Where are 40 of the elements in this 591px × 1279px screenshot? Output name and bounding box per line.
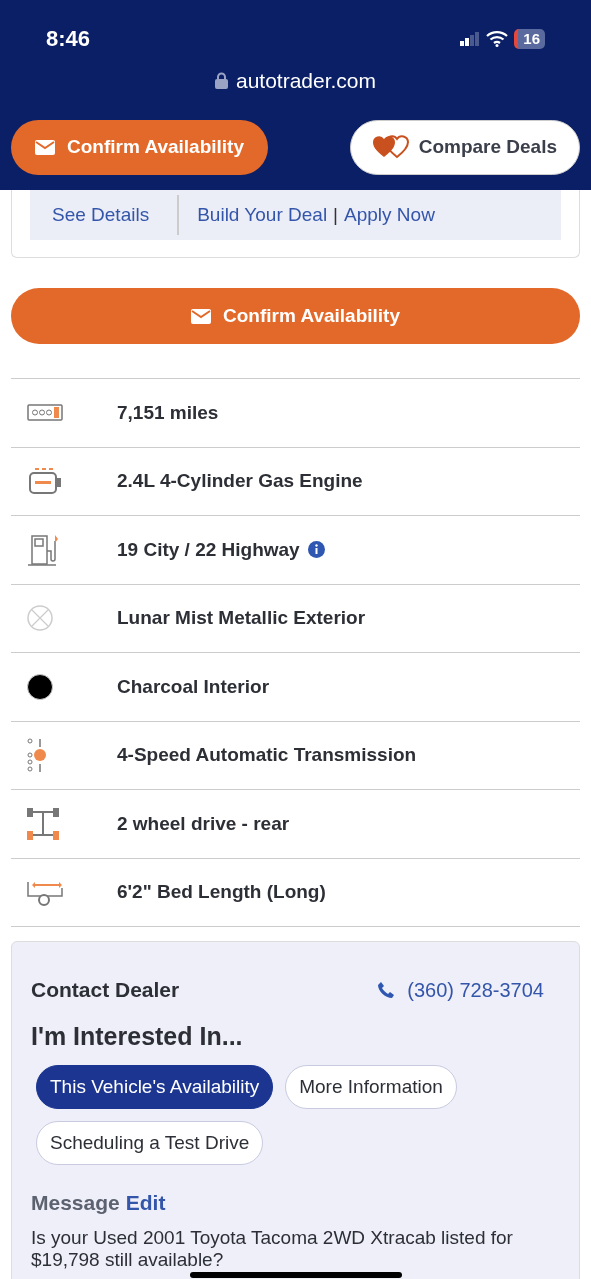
spec-text: 2 wheel drive - rear bbox=[117, 811, 290, 836]
phone-icon bbox=[377, 980, 396, 999]
interest-option[interactable]: Scheduling a Test Drive bbox=[36, 1121, 264, 1165]
fuel-pump-icon bbox=[27, 532, 61, 567]
confirm-availability-button[interactable]: Confirm Availability bbox=[11, 288, 580, 344]
see-details-link[interactable]: See Details bbox=[30, 195, 180, 235]
spec-text: Charcoal Interior bbox=[117, 674, 270, 699]
url-text[interactable]: autotrader.com bbox=[235, 65, 377, 97]
drivetrain-icon bbox=[27, 806, 59, 841]
crossed-circle-icon bbox=[27, 605, 53, 632]
signal-icon bbox=[460, 31, 481, 46]
interest-title: I'm Interested In... bbox=[31, 1020, 244, 1052]
spec-text: 6'2" Bed Length (Long) bbox=[117, 880, 326, 904]
contact-title: Contact Dealer bbox=[31, 977, 180, 1003]
message-label: Message bbox=[31, 1190, 120, 1216]
link-separator: | bbox=[332, 202, 340, 227]
interest-option[interactable]: More Information bbox=[285, 1065, 457, 1109]
confirm-availability-button[interactable]: Confirm Availability bbox=[11, 119, 268, 175]
phone-link[interactable]: (360) 728-3704 bbox=[377, 974, 544, 1005]
spec-text: Lunar Mist Metallic Exterior bbox=[117, 606, 366, 630]
engine-icon bbox=[27, 467, 63, 496]
hearts-icon bbox=[372, 135, 409, 159]
edit-link[interactable]: Edit bbox=[125, 1187, 166, 1219]
mail-icon bbox=[191, 308, 211, 324]
apply-now-link[interactable]: Apply Now bbox=[344, 200, 435, 230]
info-icon[interactable] bbox=[307, 541, 325, 559]
build-deal-link[interactable]: Build Your Deal bbox=[179, 200, 328, 230]
compare-deals-button[interactable]: Compare Deals bbox=[349, 119, 580, 175]
wifi-icon bbox=[486, 30, 509, 47]
lock-icon bbox=[214, 72, 228, 90]
spec-text: 4-Speed Automatic Transmission bbox=[117, 743, 417, 767]
mail-icon bbox=[35, 139, 55, 155]
status-time: 8:46 bbox=[46, 25, 91, 53]
odometer-icon bbox=[27, 403, 63, 422]
spec-text: 19 City / 22 Highway bbox=[117, 537, 300, 562]
interest-option[interactable]: This Vehicle's Availability bbox=[36, 1065, 274, 1109]
message-text: Is your Used 2001 Toyota Tacoma 2WD Xtracab listed for $19,798 still available? bbox=[31, 1226, 514, 1271]
spec-text: 2.4L 4-Cylinder Gas Engine bbox=[117, 469, 363, 493]
spec-text: 7,151 miles bbox=[117, 400, 219, 425]
battery-level: 16 bbox=[514, 28, 545, 49]
